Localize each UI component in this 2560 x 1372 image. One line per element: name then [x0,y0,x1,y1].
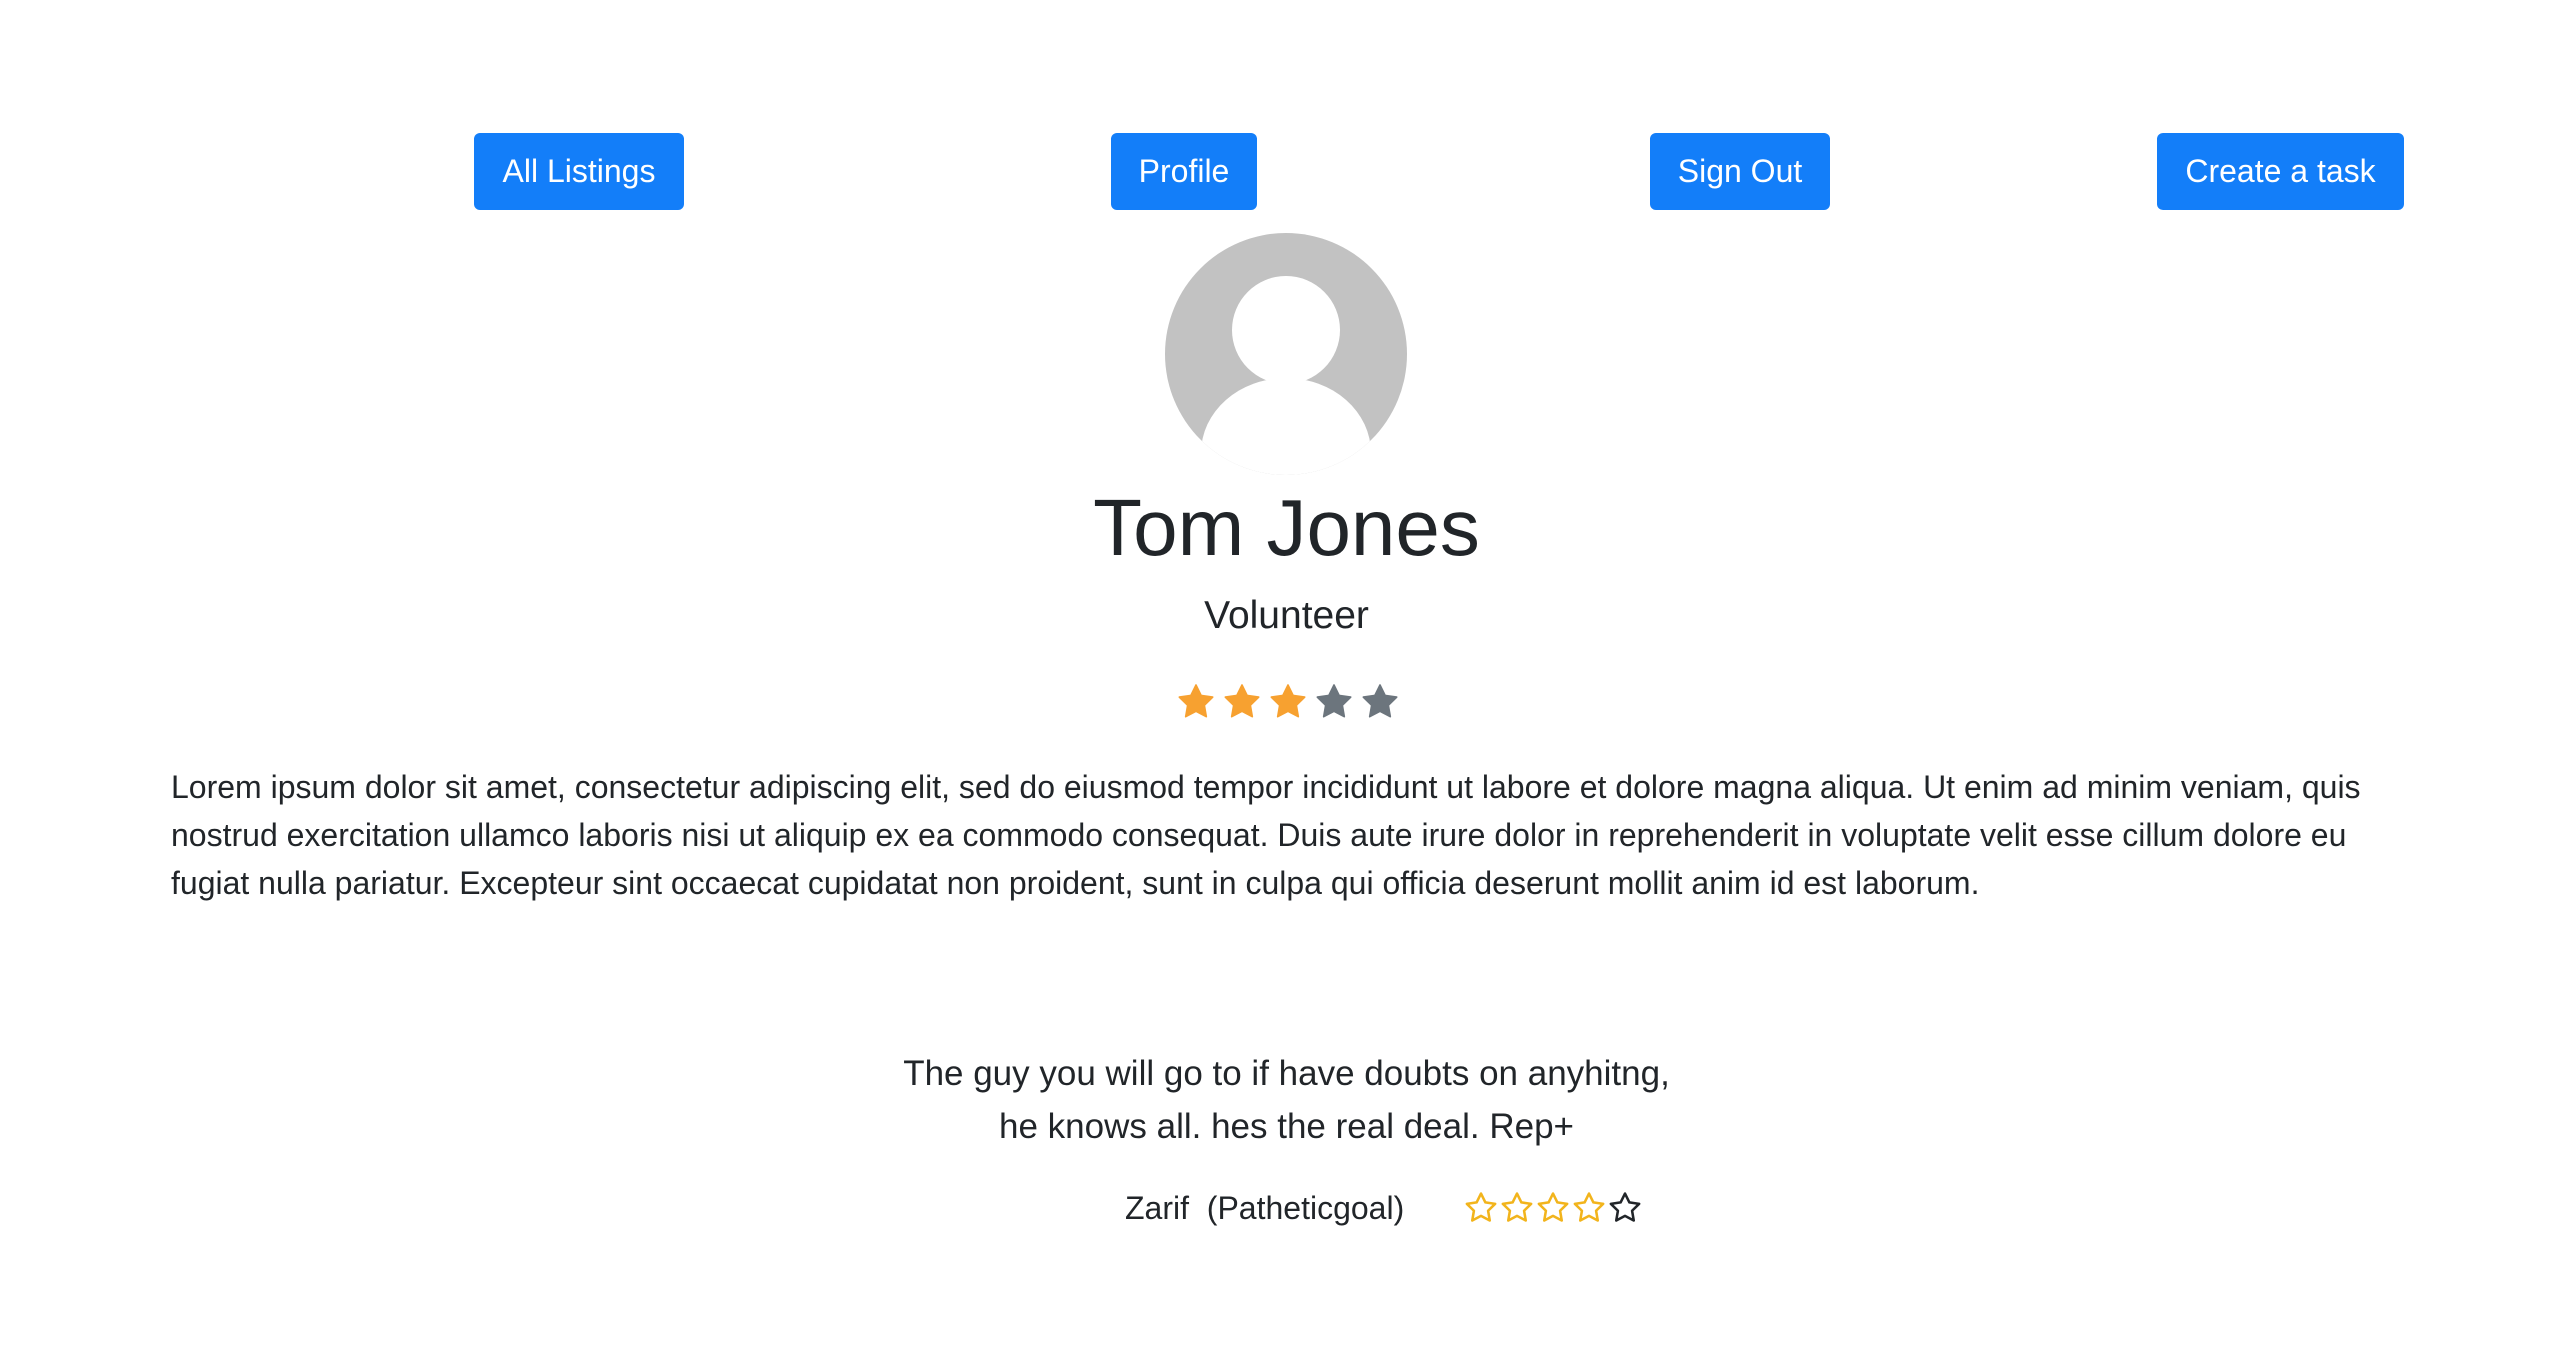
profile-name: Tom Jones [1093,483,1480,572]
star-filled-icon [1224,684,1260,718]
review-line-2: he knows all. hes the real deal. Rep+ [999,1107,1574,1146]
review-line-1: The guy you will go to if have doubts on… [903,1054,1670,1093]
all-listings-button[interactable]: All Listings [474,133,684,210]
star-empty-icon [1316,684,1352,718]
review-meta: Zarif (Patheticgoal) [1125,1185,1642,1231]
profile-rating [1176,682,1400,730]
review-rating [1464,1191,1642,1225]
profile-button[interactable]: Profile [1111,133,1257,210]
star-outline-gold-icon [1465,1192,1497,1222]
create-task-button[interactable]: Create a task [2157,133,2404,210]
star-outline-gold-icon [1573,1192,1605,1222]
star-filled-icon [1178,684,1214,718]
review-text: The guy you will go to if have doubts on… [0,1047,2560,1153]
star-empty-icon [1362,684,1398,718]
star-outline-gold-icon [1537,1192,1569,1222]
sign-out-button[interactable]: Sign Out [1650,133,1830,210]
profile-role: Volunteer [1204,594,1369,637]
profile-bio: Lorem ipsum dolor sit amet, consectetur … [171,769,2361,901]
star-filled-icon [1270,684,1306,718]
profile-page: All Listings Profile Sign Out Create a t… [0,0,2560,1372]
user-avatar-placeholder-icon [1165,233,1407,475]
reviewer-name: Zarif (Patheticgoal) [1125,1189,1405,1226]
star-outline-icon [1609,1192,1641,1222]
star-outline-gold-icon [1501,1192,1533,1222]
